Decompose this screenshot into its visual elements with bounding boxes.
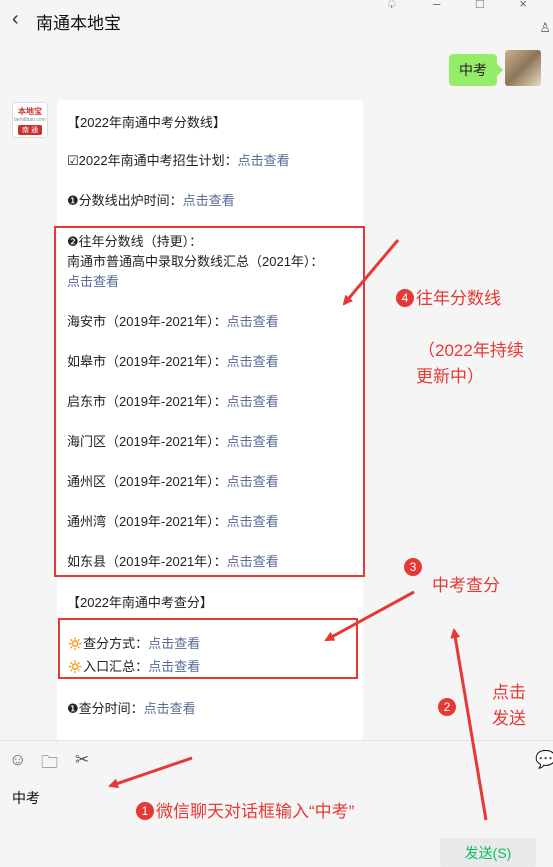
avatar[interactable] <box>505 50 541 86</box>
card-title-scores: 【2022年南通中考分数线】 <box>67 115 226 130</box>
step-3-badge-wrap: 3 <box>404 558 424 578</box>
annotation-4-text: 往年分数线 <box>416 289 501 308</box>
bot-avatar[interactable]: 本地宝 bendibao.com 南 通 <box>12 102 48 138</box>
send-button[interactable]: 发送(S) <box>440 838 536 867</box>
release-time-line: ❶分数线出炉时间：点击查看 <box>67 190 235 209</box>
card-title-query: 【2022年南通中考查分】 <box>67 595 213 610</box>
plan-label: ☑2022年南通中考招生计划： <box>67 153 238 168</box>
query-time-label: ❶查分时间： <box>67 701 144 716</box>
chat-title: 南通本地宝 <box>36 14 121 33</box>
bot-avatar-domain: bendibao.com <box>14 117 46 123</box>
annotation-2-text1: 点击 <box>492 683 526 702</box>
query-time-link[interactable]: 点击查看 <box>144 701 196 716</box>
plan-link[interactable]: 点击查看 <box>238 153 290 168</box>
query-highlight <box>58 618 358 679</box>
step-3-badge: 3 <box>404 558 422 576</box>
query-time-line: ❶查分时间：点击查看 <box>67 698 196 717</box>
folder-icon[interactable]: 🗀 <box>41 750 58 779</box>
step-4-badge: 4 <box>396 289 414 307</box>
scissors-icon[interactable]: ✂ <box>75 750 89 770</box>
annotation-1-text: 微信聊天对话框输入“中考” <box>156 802 355 821</box>
annotation-1: 1 微信聊天对话框输入“中考” <box>136 797 354 822</box>
window-controls-icon[interactable]: ♤ – □ × <box>386 0 543 12</box>
message-input-area: 中考 发送(S) <box>0 780 553 867</box>
chat-header: ‹ 南通本地宝 ♤ – □ × ♙ <box>0 0 553 40</box>
annotation-4-note2: 更新中） <box>416 367 484 386</box>
annotation-2-text2: 发送 <box>492 709 526 728</box>
bot-avatar-brand: 本地宝 <box>18 107 42 116</box>
release-time-label: ❶分数线出炉时间： <box>67 193 183 208</box>
release-time-link[interactable]: 点击查看 <box>183 193 235 208</box>
annotation-4-note1: （2022年持续 <box>418 341 524 360</box>
plan-line: ☑2022年南通中考招生计划：点击查看 <box>67 150 290 169</box>
annotation-3-text: 中考查分 <box>432 576 500 595</box>
back-icon[interactable]: ‹ <box>12 8 19 31</box>
person-icon[interactable]: ♙ <box>539 20 551 36</box>
message-input[interactable]: 中考 <box>12 788 40 808</box>
emoji-icon[interactable]: ☺ <box>9 750 26 770</box>
chat-history-icon[interactable]: 💬 <box>535 750 553 770</box>
input-toolbar: ☺ 🗀 ✂ 💬 <box>0 740 553 780</box>
step-2-badge: 2 <box>438 698 456 716</box>
outgoing-message[interactable]: 中考 <box>449 54 503 86</box>
annotation-4: 4 往年分数线 <box>396 284 501 309</box>
bot-avatar-city: 南 通 <box>18 125 42 135</box>
past-scores-highlight <box>54 226 365 577</box>
step-1-badge: 1 <box>136 802 154 820</box>
step-2-badge-wrap: 2 <box>438 698 458 718</box>
